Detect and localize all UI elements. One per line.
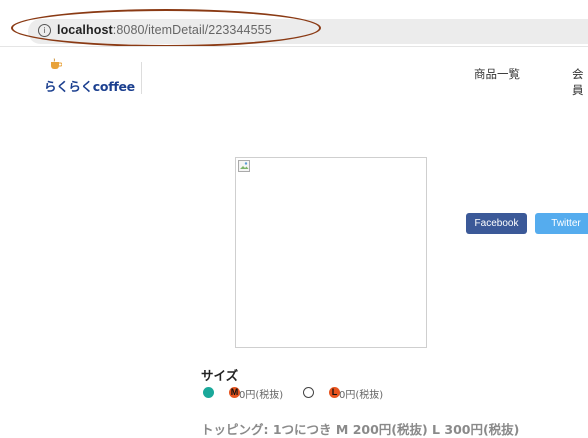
broken-image-icon bbox=[238, 160, 250, 172]
logo-divider bbox=[141, 62, 142, 94]
size-m-radio[interactable] bbox=[203, 387, 214, 398]
topping-info: トッピング: 1つにつき M 200円(税抜) L 300円(税抜) bbox=[201, 422, 520, 437]
coffee-cup-icon bbox=[51, 58, 62, 69]
size-title: サイズ bbox=[201, 368, 239, 383]
twitter-share-button[interactable]: Twitter bbox=[535, 213, 588, 234]
header-divider bbox=[0, 46, 588, 47]
annotation-oval bbox=[11, 9, 321, 47]
facebook-share-button[interactable]: Facebook bbox=[466, 213, 527, 234]
nav-item-product-list[interactable]: 商品一覧 bbox=[474, 66, 520, 82]
logo-text: らくらくcoffee bbox=[44, 79, 135, 94]
nav-item-member[interactable]: 会員 bbox=[572, 66, 588, 98]
browser-address-bar: i localhost:8080/itemDetail/223344555 bbox=[0, 0, 588, 47]
size-l-price: 0円(税抜) bbox=[339, 390, 384, 401]
size-m-price: 0円(税抜) bbox=[239, 390, 284, 401]
product-image bbox=[235, 157, 427, 348]
size-l-radio[interactable] bbox=[303, 387, 314, 398]
site-logo[interactable]: らくらくcoffee bbox=[44, 58, 144, 98]
